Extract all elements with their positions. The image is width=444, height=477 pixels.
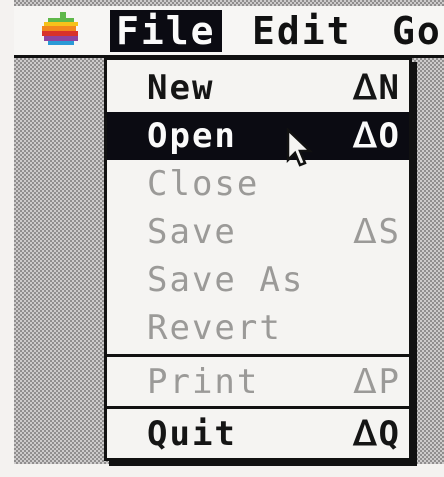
menu-item-label: Revert [147, 308, 282, 348]
menu-bar: File Edit Go [14, 6, 444, 58]
menu-item-open[interactable]: Open ᐃO [107, 112, 409, 160]
menu-item-shortcut: ᐃO [353, 116, 401, 156]
screen-border-left [0, 0, 14, 477]
menu-item-save-as[interactable]: Save As [107, 256, 409, 304]
menu-item-shortcut: ᐃS [353, 212, 401, 252]
menu-item-shortcut: ᐃQ [353, 414, 401, 454]
menu-separator [107, 406, 409, 409]
file-menu-dropdown: New ᐃN Open ᐃO Close Save ᐃS Save As Rev… [104, 57, 412, 461]
menu-item-new[interactable]: New ᐃN [107, 64, 409, 112]
menu-item-shortcut: ᐃN [353, 68, 401, 108]
menu-item-label: Open [147, 116, 237, 156]
menu-separator [107, 354, 409, 357]
menu-file[interactable]: File [110, 10, 222, 52]
menu-item-quit[interactable]: Quit ᐃQ [107, 410, 409, 458]
menu-item-save[interactable]: Save ᐃS [107, 208, 409, 256]
menu-item-shortcut: ᐃP [353, 362, 401, 402]
menu-go[interactable]: Go [392, 10, 442, 52]
arrow-cursor-icon [286, 127, 314, 168]
menu-item-label: Close [147, 164, 260, 204]
menu-item-revert[interactable]: Revert [107, 304, 409, 352]
menu-item-label: Print [147, 362, 260, 402]
menu-item-label: Save [147, 212, 237, 252]
menu-item-label: New [147, 68, 215, 108]
menu-item-print[interactable]: Print ᐃP [107, 358, 409, 406]
apple-icon[interactable] [38, 12, 86, 48]
menu-item-label: Quit [147, 414, 237, 454]
menu-item-close[interactable]: Close [107, 160, 409, 208]
menu-item-label: Save As [147, 260, 305, 300]
screen-border-bottom [0, 464, 444, 477]
menu-edit[interactable]: Edit [252, 10, 352, 52]
